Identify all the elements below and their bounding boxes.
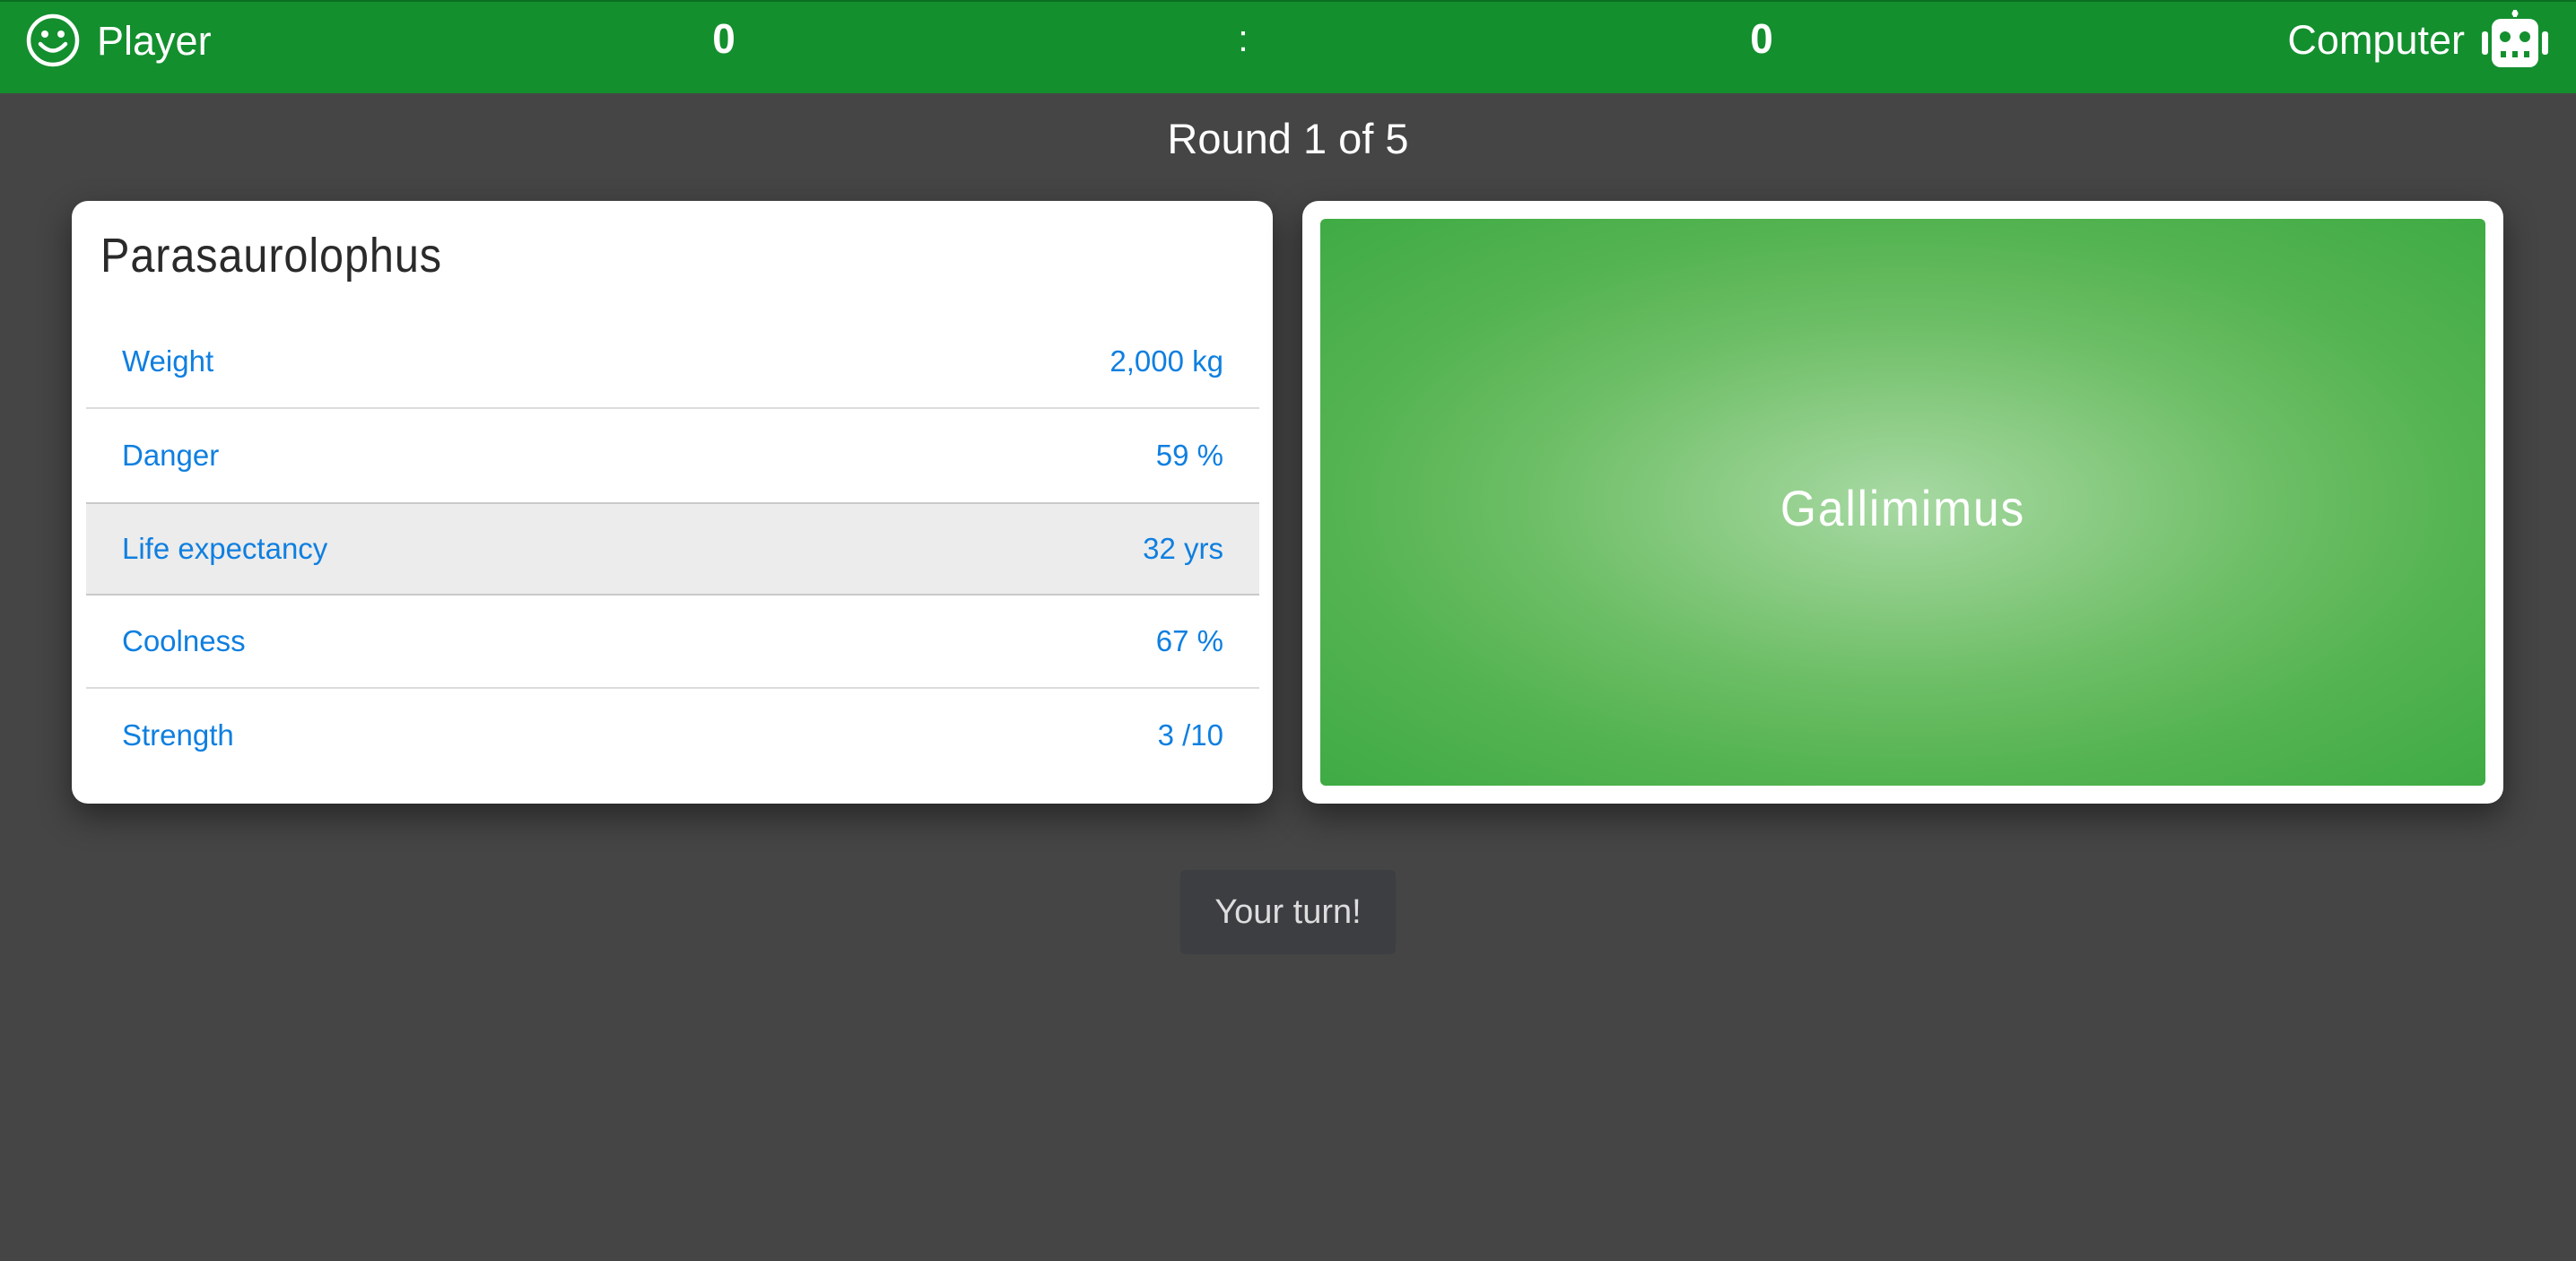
smiley-icon [25, 13, 81, 68]
round-indicator: Round 1 of 5 [1167, 115, 1409, 162]
computer-card-name: Gallimimus [1780, 480, 2026, 536]
stat-value: 67 % [1155, 624, 1223, 657]
computer-card: Gallimimus [1302, 201, 2503, 804]
stat-value: 59 % [1155, 439, 1223, 472]
player-section: Player [25, 13, 212, 68]
stat-label: Strength [122, 718, 234, 752]
stat-label: Weight [122, 344, 214, 378]
stat-label: Coolness [122, 624, 246, 657]
stat-row-life-expectancy[interactable]: Life expectancy 32 yrs [86, 502, 1259, 596]
player-card-name: Parasaurolophus [100, 229, 442, 283]
player-label: Player [97, 17, 212, 64]
stat-row-danger[interactable]: Danger 59 % [86, 409, 1259, 502]
scoreboard-bar: Player 0 : 0 Computer [0, 0, 2576, 93]
stat-row-weight[interactable]: Weight 2,000 kg [86, 316, 1259, 409]
turn-status: Your turn! [1180, 870, 1396, 954]
player-score: 0 [712, 15, 735, 62]
computer-score: 0 [1750, 15, 1773, 62]
stat-row-strength[interactable]: Strength 3 /10 [86, 689, 1259, 782]
player-card: Parasaurolophus Weight 2,000 kg Danger 5… [72, 201, 1273, 804]
computer-label: Computer [2287, 16, 2465, 63]
stat-value: 2,000 kg [1110, 344, 1223, 378]
computer-card-back: Gallimimus [1320, 219, 2485, 786]
computer-section: Computer [2287, 9, 2551, 70]
score-separator: : [1238, 17, 1249, 59]
stat-label: Danger [122, 439, 220, 472]
stat-label: Life expectancy [122, 532, 328, 565]
robot-icon [2479, 10, 2551, 69]
stat-row-coolness[interactable]: Coolness 67 % [86, 596, 1259, 689]
stat-value: 32 yrs [1143, 532, 1223, 565]
stat-value: 3 /10 [1157, 718, 1223, 752]
